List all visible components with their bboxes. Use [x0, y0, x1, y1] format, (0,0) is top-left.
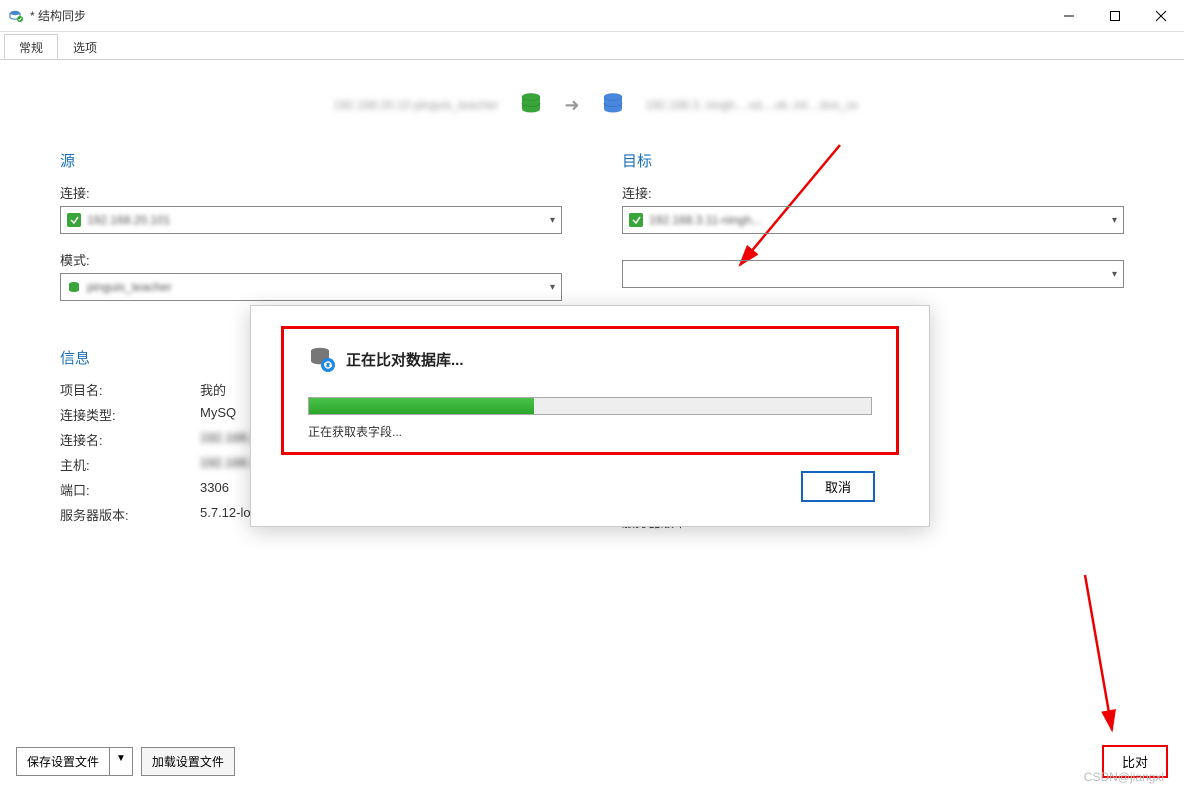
- target-conn-label: 连接:: [622, 183, 1124, 202]
- dialog-highlight: 正在比对数据库... 正在获取表字段...: [281, 326, 899, 455]
- window-controls: [1046, 0, 1184, 32]
- chevron-down-icon: ▾: [1112, 269, 1117, 280]
- tab-general[interactable]: 常规: [4, 34, 58, 59]
- source-heading: 源: [60, 150, 562, 171]
- target-heading: 目标: [622, 150, 1124, 171]
- window-title: * 结构同步: [30, 7, 1046, 24]
- info-project-value: 我的: [200, 380, 226, 399]
- info-port-label: 端口:: [60, 480, 200, 499]
- plug-icon: [629, 213, 643, 227]
- info-conntype-value: MySQ: [200, 405, 236, 424]
- sync-db-icon: [308, 345, 336, 373]
- dialog-title: 正在比对数据库...: [346, 349, 464, 370]
- sync-diagram: 192.168.20.10 pinguis_teacher ➜ 192.168.…: [0, 60, 1184, 150]
- source-mode-value: pinguis_teacher: [87, 280, 550, 294]
- database-source-icon: [518, 91, 544, 120]
- app-icon: [8, 8, 24, 24]
- info-port-value: 3306: [200, 480, 229, 499]
- target-conn-value: 192.168.3.11-ningh...: [649, 213, 1112, 227]
- dropdown-caret-icon[interactable]: ▼: [110, 748, 132, 775]
- watermark: CSDN@jiangxl: [1084, 770, 1164, 784]
- progress-bar: [308, 397, 872, 415]
- save-profile-label: 保存设置文件: [17, 748, 110, 775]
- chevron-down-icon: ▾: [550, 215, 555, 226]
- progress-status: 正在获取表字段...: [308, 423, 872, 440]
- diagram-target-label: 192.168.3. ningh... od....ok..inf....tio…: [646, 98, 866, 112]
- info-project-label: 项目名:: [60, 380, 200, 399]
- chevron-down-icon: ▾: [550, 282, 555, 293]
- bottom-bar: 保存设置文件 ▼ 加载设置文件 比对: [0, 741, 1184, 781]
- minimize-button[interactable]: [1046, 0, 1092, 32]
- info-version-label: 服务器版本:: [60, 505, 200, 524]
- source-conn-select[interactable]: 192.168.20.101 ▾: [60, 206, 562, 234]
- database-target-icon: [600, 91, 626, 120]
- source-conn-label: 连接:: [60, 183, 562, 202]
- database-icon: [67, 280, 81, 294]
- titlebar: * 结构同步: [0, 0, 1184, 32]
- source-mode-select[interactable]: pinguis_teacher ▾: [60, 273, 562, 301]
- save-profile-button[interactable]: 保存设置文件 ▼: [16, 747, 133, 776]
- cancel-button[interactable]: 取消: [801, 471, 875, 502]
- source-column: 源 连接: 192.168.20.101 ▾ 模式: pinguis_teach…: [60, 150, 562, 317]
- plug-icon: [67, 213, 81, 227]
- source-conn-value: 192.168.20.101: [87, 213, 550, 227]
- main-panel: 源 连接: 192.168.20.101 ▾ 模式: pinguis_teach…: [0, 150, 1184, 317]
- info-connname-label: 连接名:: [60, 430, 200, 449]
- progress-fill: [309, 398, 534, 414]
- target-column: 目标 连接: 192.168.3.11-ningh... ▾ ▾: [622, 150, 1124, 317]
- target-mode-select[interactable]: ▾: [622, 260, 1124, 288]
- progress-dialog: 正在比对数据库... 正在获取表字段... 取消: [250, 305, 930, 527]
- tab-bar: 常规 选项: [0, 32, 1184, 60]
- source-mode-label: 模式:: [60, 250, 562, 269]
- info-conntype-label: 连接类型:: [60, 405, 200, 424]
- info-host-label: 主机:: [60, 455, 200, 474]
- diagram-source-label: 192.168.20.10 pinguis_teacher: [318, 98, 498, 112]
- arrow-right-icon: ➜: [564, 95, 579, 116]
- maximize-button[interactable]: [1092, 0, 1138, 32]
- dialog-header: 正在比对数据库...: [308, 345, 872, 373]
- close-button[interactable]: [1138, 0, 1184, 32]
- target-conn-select[interactable]: 192.168.3.11-ningh... ▾: [622, 206, 1124, 234]
- annotation-arrow-2: [1050, 570, 1130, 750]
- dialog-footer: 取消: [281, 471, 899, 502]
- chevron-down-icon: ▾: [1112, 215, 1117, 226]
- load-profile-button[interactable]: 加载设置文件: [141, 747, 235, 776]
- tab-options[interactable]: 选项: [58, 34, 112, 59]
